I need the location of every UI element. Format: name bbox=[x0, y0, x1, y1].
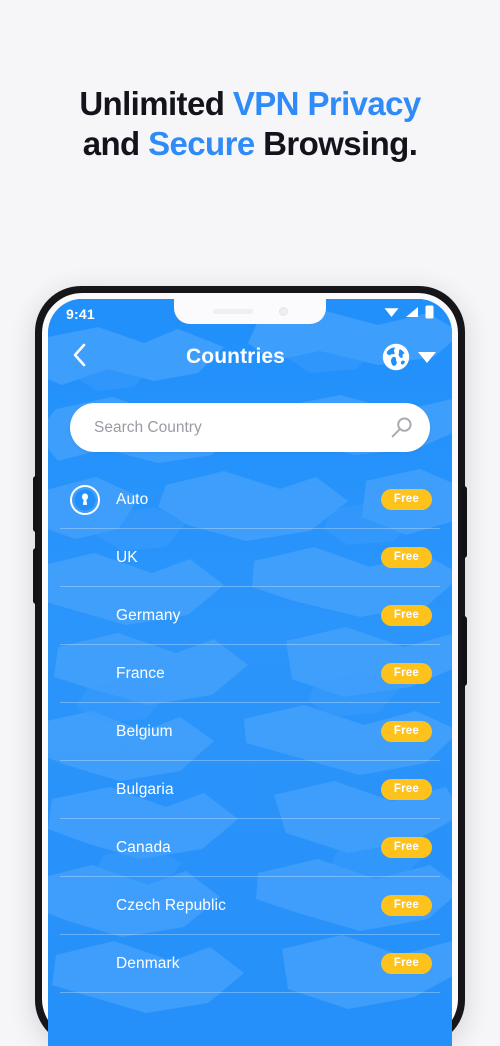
lock-shield-icon bbox=[70, 484, 100, 515]
front-camera-icon bbox=[278, 307, 288, 316]
list-item[interactable]: Belgium Free bbox=[48, 703, 452, 760]
country-name: Bulgaria bbox=[116, 780, 174, 798]
row-divider bbox=[60, 992, 440, 993]
headline-segment: Unlimited bbox=[79, 85, 233, 122]
status-badge[interactable]: Free bbox=[380, 837, 432, 858]
status-badge[interactable]: Free bbox=[380, 489, 432, 510]
list-item[interactable]: Auto Free bbox=[48, 471, 452, 528]
headline-segment-accent: Secure bbox=[148, 125, 255, 163]
list-item[interactable]: Bulgaria Free bbox=[48, 761, 452, 818]
promo-headline: Unlimited VPN Privacy and Secure Browsin… bbox=[0, 84, 500, 165]
list-item[interactable]: Czech Republic Free bbox=[48, 877, 452, 934]
earpiece-speaker-icon bbox=[212, 309, 253, 314]
headline-segment-accent: VPN Privacy bbox=[232, 85, 421, 122]
status-badge[interactable]: Free bbox=[380, 663, 432, 684]
country-name: Germany bbox=[116, 606, 181, 624]
search-icon[interactable] bbox=[388, 415, 414, 441]
search-bar bbox=[70, 403, 430, 452]
country-name: UK bbox=[116, 548, 138, 566]
status-time: 9:41 bbox=[66, 306, 95, 322]
phone-notch bbox=[174, 299, 326, 324]
globe-icon[interactable] bbox=[381, 342, 411, 372]
power-button[interactable] bbox=[462, 486, 467, 558]
phone-screen: 9:41 Countries Search Country Auto Free … bbox=[48, 299, 452, 1046]
country-list[interactable]: Auto Free UK Free Germany Free France Fr… bbox=[48, 471, 452, 1046]
search-box[interactable] bbox=[70, 403, 430, 452]
headline-line-2: and Secure Browsing. bbox=[0, 124, 500, 164]
list-item[interactable]: Germany Free bbox=[48, 587, 452, 644]
status-badge[interactable]: Free bbox=[380, 953, 432, 974]
country-name: Auto bbox=[116, 490, 149, 508]
volume-down-button[interactable] bbox=[33, 548, 38, 604]
headline-segment: Browsing. bbox=[254, 125, 418, 163]
battery-icon bbox=[425, 305, 434, 324]
app-header: Countries bbox=[48, 331, 452, 383]
status-badge[interactable]: Free bbox=[380, 895, 432, 916]
volume-up-button[interactable] bbox=[33, 476, 38, 532]
list-item[interactable]: Canada Free bbox=[48, 819, 452, 876]
wifi-icon bbox=[384, 305, 399, 323]
header-actions bbox=[381, 342, 438, 372]
aux-side-button[interactable] bbox=[462, 616, 467, 686]
country-name: Czech Republic bbox=[116, 896, 226, 914]
search-input[interactable] bbox=[92, 417, 388, 438]
headline-segment: and bbox=[82, 125, 149, 163]
country-name: Denmark bbox=[116, 954, 180, 972]
status-badge[interactable]: Free bbox=[380, 605, 432, 626]
signal-icon bbox=[405, 305, 419, 323]
country-name: France bbox=[116, 664, 165, 682]
phone-mockup: 9:41 Countries Search Country Auto Free … bbox=[33, 286, 467, 1046]
list-item[interactable]: France Free bbox=[48, 645, 452, 702]
status-badge[interactable]: Free bbox=[380, 721, 432, 742]
status-badge[interactable]: Free bbox=[380, 547, 432, 568]
country-name: Belgium bbox=[116, 722, 173, 740]
country-name: Canada bbox=[116, 838, 171, 856]
phone-frame: 9:41 Countries Search Country Auto Free … bbox=[33, 286, 467, 1046]
caret-down-icon[interactable] bbox=[418, 351, 436, 363]
status-badge[interactable]: Free bbox=[380, 779, 432, 800]
status-icon-group bbox=[384, 305, 434, 324]
row-icon-slot bbox=[62, 484, 108, 515]
page-title: Countries bbox=[186, 345, 285, 368]
list-item[interactable]: Denmark Free bbox=[48, 935, 452, 992]
chevron-left-icon bbox=[72, 343, 87, 372]
headline-line-1: Unlimited VPN Privacy bbox=[0, 84, 500, 124]
list-item[interactable]: UK Free bbox=[48, 529, 452, 586]
